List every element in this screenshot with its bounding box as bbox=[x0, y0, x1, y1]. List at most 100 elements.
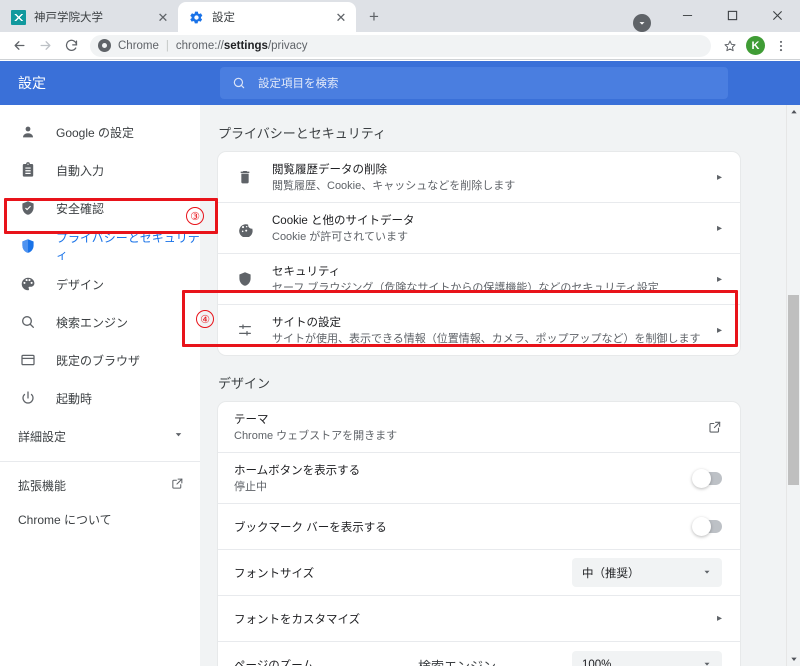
chevron-down-icon bbox=[173, 429, 184, 443]
address-bar[interactable]: Chrome | chrome://settings/privacy bbox=[90, 34, 711, 57]
menu-icon[interactable] bbox=[768, 33, 794, 59]
browser-window: 神戸学院大学 ✕ 設定 ✕ + Chrome | chrome://settin… bbox=[0, 0, 800, 666]
external-link-icon bbox=[171, 477, 184, 493]
row-clear-browsing-data[interactable]: 閲覧履歴データの削除 閲覧履歴、Cookie、キャッシュなどを削除します ▸ bbox=[218, 152, 740, 203]
row-theme[interactable]: テーマ Chrome ウェブストアを開きます bbox=[218, 402, 740, 453]
row-site-settings[interactable]: サイトの設定 サイトが使用、表示できる情報（位置情報、カメラ、ポップアップなど）… bbox=[218, 305, 740, 355]
person-icon bbox=[18, 122, 38, 142]
row-title: フォントをカスタマイズ bbox=[234, 613, 361, 626]
url-bold: settings bbox=[223, 39, 268, 52]
bookmark-star-icon[interactable] bbox=[717, 33, 743, 59]
omnibox-separator: | bbox=[165, 39, 169, 52]
close-icon[interactable]: ✕ bbox=[154, 8, 172, 26]
cookie-icon bbox=[234, 217, 256, 239]
back-icon[interactable] bbox=[6, 33, 32, 59]
select-page-zoom[interactable]: 100% bbox=[572, 650, 722, 666]
sidebar-item-label: 詳細設定 bbox=[18, 429, 67, 444]
tab-settings[interactable]: 設定 ✕ bbox=[178, 2, 356, 32]
row-title: セキュリティ bbox=[272, 266, 341, 278]
external-link-icon[interactable] bbox=[708, 420, 722, 434]
search-input[interactable]: 設定項目を検索 bbox=[220, 67, 728, 99]
chevron-right-icon: ▸ bbox=[716, 273, 722, 285]
sidebar-item-on-startup[interactable]: 起動時 bbox=[0, 379, 200, 417]
row-title: サイトの設定 bbox=[272, 317, 341, 329]
sliders-icon bbox=[234, 319, 256, 341]
annotation-marker-4: ④ bbox=[196, 310, 214, 328]
chevron-right-icon: ▸ bbox=[716, 324, 722, 336]
tab-strip: 神戸学院大学 ✕ 設定 ✕ + bbox=[0, 0, 800, 32]
sidebar-item-label: 起動時 bbox=[56, 391, 93, 406]
sidebar-item-about-chrome[interactable]: Chrome について bbox=[0, 502, 200, 536]
new-tab-button[interactable]: + bbox=[360, 3, 388, 31]
row-text: Cookie と他のサイトデータ Cookie が許可されています bbox=[272, 211, 707, 245]
next-section-heading-partial: 検索エンジン bbox=[418, 656, 496, 666]
window-controls bbox=[665, 0, 800, 32]
scroll-down-arrow-icon[interactable] bbox=[787, 652, 800, 666]
row-title: 閲覧履歴データの削除 bbox=[272, 164, 387, 176]
sidebar-item-safety-check[interactable]: 安全確認 bbox=[0, 189, 200, 227]
row-subtitle: Cookie が許可されています bbox=[272, 231, 408, 243]
forward-icon[interactable] bbox=[32, 33, 58, 59]
sidebar-item-default-browser[interactable]: 既定のブラウザ bbox=[0, 341, 200, 379]
sidebar-item-appearance[interactable]: デザイン bbox=[0, 265, 200, 303]
row-security[interactable]: セキュリティ セーフ ブラウジング（危険なサイトからの保護機能）などのセキュリテ… bbox=[218, 254, 740, 305]
row-text: フォントをカスタマイズ bbox=[234, 610, 707, 628]
select-font-size[interactable]: 中（推奨） bbox=[572, 558, 722, 587]
reload-icon[interactable] bbox=[58, 33, 84, 59]
chrome-icon bbox=[98, 39, 111, 52]
settings-content: プライバシーとセキュリティ 閲覧履歴データの削除 閲覧履歴、Cookie、キャッ… bbox=[200, 105, 788, 666]
avatar[interactable]: K bbox=[746, 36, 765, 55]
sidebar-divider bbox=[0, 461, 200, 462]
sidebar-item-autofill[interactable]: 自動入力 bbox=[0, 151, 200, 189]
sidebar-item-label: 拡張機能 bbox=[18, 478, 67, 493]
minimize-button[interactable] bbox=[665, 0, 710, 31]
sidebar-item-google[interactable]: Google の設定 bbox=[0, 113, 200, 151]
row-title: ブックマーク バーを表示する bbox=[234, 521, 387, 534]
settings-body: Google の設定 自動入力 安全確認 プライバシーとセキュリティ デザイン … bbox=[0, 105, 800, 666]
close-window-button[interactable] bbox=[755, 0, 800, 31]
row-text: フォントサイズ bbox=[234, 564, 562, 582]
palette-icon bbox=[18, 274, 38, 294]
chevron-right-icon: ▸ bbox=[716, 171, 722, 183]
sidebar-item-advanced[interactable]: 詳細設定 bbox=[0, 417, 200, 455]
page-title: 設定 bbox=[18, 75, 46, 91]
gear-icon bbox=[188, 9, 204, 25]
sidebar-item-privacy-security[interactable]: プライバシーとセキュリティ bbox=[0, 227, 200, 265]
search-icon bbox=[232, 76, 246, 90]
sidebar-item-extensions[interactable]: 拡張機能 bbox=[0, 468, 200, 502]
scrollbar-thumb[interactable] bbox=[788, 295, 799, 485]
toggle-show-home-button[interactable] bbox=[692, 468, 722, 488]
download-icon[interactable] bbox=[633, 14, 651, 32]
row-font-size[interactable]: フォントサイズ 中（推奨） bbox=[218, 550, 740, 596]
row-text: サイトの設定 サイトが使用、表示できる情報（位置情報、カメラ、ポップアップなど）… bbox=[272, 313, 707, 347]
scroll-up-arrow-icon[interactable] bbox=[787, 105, 800, 119]
settings-header: 設定 設定項目を検索 bbox=[0, 61, 800, 105]
chevron-down-icon bbox=[702, 567, 712, 579]
url-prefix: chrome:// bbox=[175, 39, 224, 52]
close-icon[interactable]: ✕ bbox=[332, 8, 350, 26]
row-subtitle: Chrome ウェブストアを開きます bbox=[234, 430, 398, 442]
row-text: ブックマーク バーを表示する bbox=[234, 518, 684, 536]
vertical-scrollbar[interactable] bbox=[786, 105, 800, 666]
privacy-card: 閲覧履歴データの削除 閲覧履歴、Cookie、キャッシュなどを削除します ▸ C… bbox=[218, 152, 740, 355]
browser-toolbar: Chrome | chrome://settings/privacy K bbox=[0, 32, 800, 60]
row-cookies[interactable]: Cookie と他のサイトデータ Cookie が許可されています ▸ bbox=[218, 203, 740, 254]
row-show-home-button[interactable]: ホームボタンを表示する 停止中 bbox=[218, 453, 740, 504]
toggle-show-bookmarks-bar[interactable] bbox=[692, 517, 722, 536]
site-favicon bbox=[10, 9, 26, 25]
appearance-card: テーマ Chrome ウェブストアを開きます ホームボタンを表示する 停止中 ブ… bbox=[218, 402, 740, 666]
maximize-button[interactable] bbox=[710, 0, 755, 31]
row-customize-fonts[interactable]: フォントをカスタマイズ ▸ bbox=[218, 596, 740, 642]
sidebar-item-label: Google の設定 bbox=[56, 125, 135, 140]
clipboard-icon bbox=[18, 160, 38, 180]
row-show-bookmarks-bar[interactable]: ブックマーク バーを表示する bbox=[218, 504, 740, 550]
sidebar-item-label: Chrome について bbox=[18, 512, 112, 527]
chevron-right-icon: ▸ bbox=[716, 222, 722, 234]
row-title: テーマ bbox=[234, 414, 269, 426]
tab-kobe-gakuin[interactable]: 神戸学院大学 ✕ bbox=[0, 2, 178, 32]
select-value: 中（推奨） bbox=[582, 567, 640, 580]
row-title: ページのズーム bbox=[234, 660, 314, 666]
appearance-section-heading: デザイン bbox=[218, 376, 271, 391]
shield-icon bbox=[234, 268, 256, 290]
sidebar-item-search-engine[interactable]: 検索エンジン bbox=[0, 303, 200, 341]
